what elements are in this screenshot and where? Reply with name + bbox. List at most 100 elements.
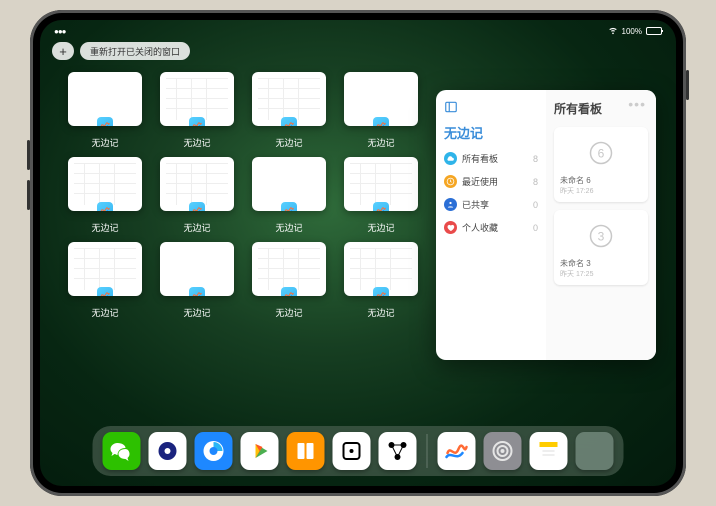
window-tile[interactable]: 无边记 <box>252 72 326 149</box>
category-row[interactable]: 最近使用 8 <box>444 175 538 188</box>
category-count: 8 <box>533 177 538 187</box>
window-thumbnail <box>252 72 326 126</box>
window-tile-label: 无边记 <box>367 306 394 319</box>
video-app-icon[interactable] <box>241 432 279 470</box>
window-tile[interactable]: 无边记 <box>252 242 326 319</box>
freeform-app-icon <box>97 202 113 211</box>
freeform-app-icon[interactable] <box>438 432 476 470</box>
window-tile[interactable]: 无边记 <box>160 242 234 319</box>
popover-sidebar: 无边记 所有看板 8 最近使用 8 已共享 0 个人收藏 0 <box>436 90 546 360</box>
popover-title: 无边记 <box>444 123 538 142</box>
category-label: 已共享 <box>462 198 489 211</box>
window-tile-label: 无边记 <box>275 221 302 234</box>
window-thumbnail <box>68 157 142 211</box>
board-title: 未命名 6 <box>560 175 642 186</box>
freeform-popover: ••• 无边记 所有看板8最近使用8已共享0个人收藏0 所有看板 6未命名 6昨… <box>436 90 656 360</box>
wechat-app-icon[interactable] <box>103 432 141 470</box>
books-app-icon[interactable] <box>287 432 325 470</box>
window-tile[interactable]: 无边记 <box>344 72 418 149</box>
reopen-closed-window-button[interactable]: 重新打开已关闭的窗口 <box>80 42 190 60</box>
window-tile[interactable]: 无边记 <box>160 157 234 234</box>
window-switcher-grid: 无边记无边记无边记无边记无边记无边记无边记无边记无边记无边记无边记无边记 <box>68 72 408 319</box>
board-preview: 6 <box>558 131 644 175</box>
dock-separator <box>427 434 428 468</box>
category-label: 个人收藏 <box>462 221 498 234</box>
window-thumbnail <box>68 242 142 296</box>
category-count: 0 <box>533 223 538 233</box>
settings-app-icon[interactable] <box>484 432 522 470</box>
window-thumbnail <box>344 157 418 211</box>
freeform-app-icon <box>373 287 389 296</box>
category-count: 0 <box>533 200 538 210</box>
battery-icon <box>646 27 662 35</box>
freeform-app-icon <box>189 287 205 296</box>
board-card[interactable]: 6 未命名 6昨天 17:26 <box>554 127 648 202</box>
graph-app-icon[interactable] <box>379 432 417 470</box>
plus-icon: + <box>59 45 67 58</box>
dock <box>93 426 624 476</box>
notes-app-icon[interactable] <box>530 432 568 470</box>
volume-up-button[interactable] <box>27 140 30 170</box>
svg-text:6: 6 <box>598 147 605 161</box>
board-subtitle: 昨天 17:25 <box>560 269 642 279</box>
multitask-dots-icon[interactable]: ●●● <box>54 27 66 36</box>
window-tile[interactable]: 无边记 <box>344 242 418 319</box>
popover-boards: 所有看板 6未命名 6昨天 17:263未命名 3昨天 17:25 <box>546 90 656 360</box>
volume-down-button[interactable] <box>27 180 30 210</box>
clock-icon <box>444 175 457 188</box>
window-tile-label: 无边记 <box>275 136 302 149</box>
freeform-app-icon <box>373 117 389 126</box>
window-tile[interactable]: 无边记 <box>68 242 142 319</box>
window-thumbnail <box>68 72 142 126</box>
window-thumbnail <box>344 242 418 296</box>
category-row[interactable]: 已共享 0 <box>444 198 538 211</box>
qqbrowser-app-icon[interactable] <box>195 432 233 470</box>
window-tile-label: 无边记 <box>91 306 118 319</box>
status-right: 100% <box>608 25 662 37</box>
category-label: 所有看板 <box>462 152 498 165</box>
window-tile[interactable]: 无边记 <box>344 157 418 234</box>
category-label: 最近使用 <box>462 175 498 188</box>
reopen-label: 重新打开已关闭的窗口 <box>90 45 180 58</box>
dice-app-icon[interactable] <box>333 432 371 470</box>
freeform-app-icon <box>189 117 205 126</box>
status-bar: ●●● 100% <box>40 23 676 39</box>
person-icon <box>444 198 457 211</box>
freeform-app-icon <box>373 202 389 211</box>
category-count: 8 <box>533 154 538 164</box>
freeform-app-icon <box>97 287 113 296</box>
freeform-app-icon <box>281 117 297 126</box>
freeform-app-icon <box>189 202 205 211</box>
window-tile[interactable]: 无边记 <box>160 72 234 149</box>
sidebar-toggle-icon[interactable] <box>444 100 538 117</box>
window-tile-label: 无边记 <box>91 221 118 234</box>
window-tile-label: 无边记 <box>367 221 394 234</box>
category-row[interactable]: 个人收藏 0 <box>444 221 538 234</box>
board-card[interactable]: 3未命名 3昨天 17:25 <box>554 210 648 285</box>
screen: ●●● 100% + 重新打开已关闭的窗口 无边记无边记无边记无边记无边记无边记… <box>40 20 676 486</box>
window-thumbnail <box>160 72 234 126</box>
svg-text:3: 3 <box>598 230 605 244</box>
window-tile-label: 无边记 <box>91 136 118 149</box>
window-thumbnail <box>344 72 418 126</box>
popover-drag-handle-icon[interactable]: ••• <box>628 96 646 112</box>
window-tile-label: 无边记 <box>275 306 302 319</box>
category-row[interactable]: 所有看板 8 <box>444 152 538 165</box>
cloud-icon <box>444 152 457 165</box>
window-tile[interactable]: 无边记 <box>252 157 326 234</box>
add-window-button[interactable]: + <box>52 42 74 60</box>
window-tile-label: 无边记 <box>183 221 210 234</box>
board-subtitle: 昨天 17:26 <box>560 186 642 196</box>
window-tile[interactable]: 无边记 <box>68 72 142 149</box>
power-button[interactable] <box>686 70 689 100</box>
window-thumbnail <box>160 242 234 296</box>
window-thumbnail <box>252 157 326 211</box>
quark-app-icon[interactable] <box>149 432 187 470</box>
app-library-folder[interactable] <box>576 432 614 470</box>
window-tile-label: 无边记 <box>183 306 210 319</box>
window-thumbnail <box>252 242 326 296</box>
window-tile[interactable]: 无边记 <box>68 157 142 234</box>
window-tile-label: 无边记 <box>183 136 210 149</box>
wifi-icon <box>608 25 618 37</box>
window-thumbnail <box>160 157 234 211</box>
